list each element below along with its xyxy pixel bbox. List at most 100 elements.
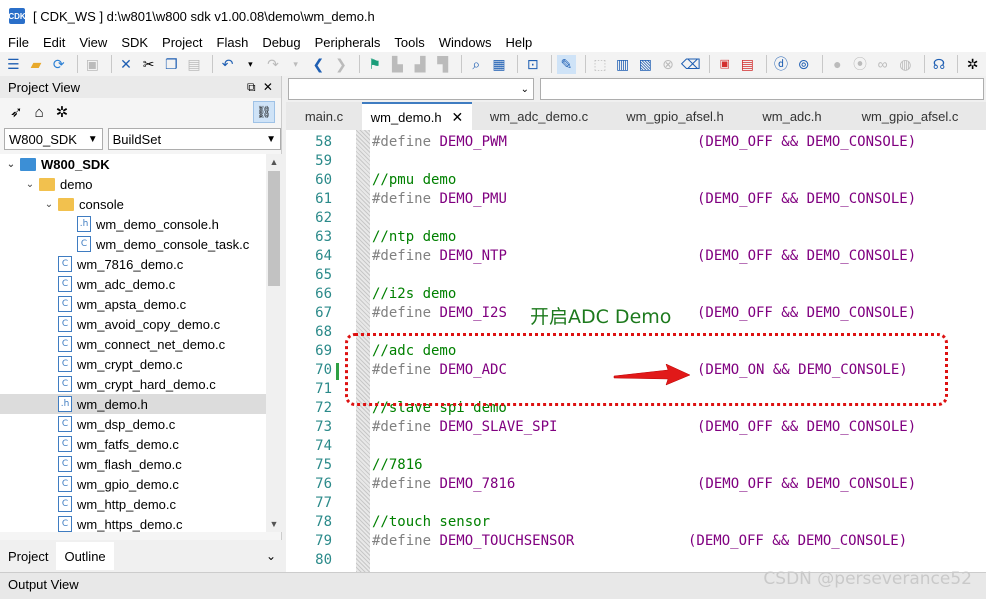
scope-select[interactable]: ⌄ xyxy=(288,78,534,100)
editor-tab[interactable]: wm_demo.h ✕ xyxy=(362,102,472,130)
open-folder-icon[interactable]: ▰ xyxy=(27,55,46,74)
close-file-icon[interactable]: ✕ xyxy=(117,55,136,74)
refresh-icon[interactable]: ⟳ xyxy=(49,55,68,74)
tree-item[interactable]: .h wm_demo.h xyxy=(0,394,266,414)
tree-item[interactable]: Cwm_fatfs_demo.c xyxy=(0,434,266,454)
tree-item[interactable]: Cwm_https_demo.c xyxy=(0,514,266,532)
tree-item[interactable]: Cwm_avoid_copy_demo.c xyxy=(0,314,266,334)
search-window-icon[interactable]: ⊡ xyxy=(523,55,542,74)
tree-item[interactable]: Cwm_flash_demo.c xyxy=(0,454,266,474)
panel-controls-icon[interactable]: ⧉ ✕ xyxy=(247,80,275,95)
link-editor-icon[interactable]: ⛓ xyxy=(253,101,275,123)
scroll-down-icon[interactable]: ▼ xyxy=(266,516,282,532)
rebuild-icon[interactable]: ▧ xyxy=(636,55,655,74)
menu-item-edit[interactable]: Edit xyxy=(35,35,71,50)
clear-bookmarks-icon[interactable]: ▜ xyxy=(433,55,452,74)
forward-icon[interactable]: ❯ xyxy=(332,55,351,74)
menu-item-file[interactable]: File xyxy=(0,35,35,50)
stop-build-icon[interactable]: ⊗ xyxy=(659,55,678,74)
bug-icon[interactable]: ✲ xyxy=(56,103,69,121)
menu-item-windows[interactable]: Windows xyxy=(431,35,498,50)
editor-tab[interactable]: wm_adc.h xyxy=(744,102,840,130)
editor-tab[interactable]: wm_gpio_afsel.h xyxy=(606,102,744,130)
tree-item[interactable]: Cwm_crypt_demo.c xyxy=(0,354,266,374)
redo-icon[interactable]: ↷ xyxy=(264,55,283,74)
code-line: //ntp demo xyxy=(372,229,456,245)
chevron-down-icon[interactable]: ⌄ xyxy=(23,179,37,190)
bookmark-icon[interactable]: ⚑ xyxy=(365,55,384,74)
menu-item-debug[interactable]: Debug xyxy=(254,35,306,50)
prev-bookmark-icon[interactable]: ▙ xyxy=(388,55,407,74)
tab-project[interactable]: Project xyxy=(0,542,56,570)
tree-item[interactable]: Cwm_crypt_hard_demo.c xyxy=(0,374,266,394)
compile-icon[interactable]: ⬚ xyxy=(591,55,610,74)
menu-item-tools[interactable]: Tools xyxy=(386,35,430,50)
window-title: [ CDK_WS ] d:\w801\w800 sdk v1.00.08\dem… xyxy=(33,8,375,24)
symbol-select[interactable] xyxy=(540,78,984,100)
code-line: #define DEMO_NTP xyxy=(372,248,507,264)
copy-icon[interactable]: ❐ xyxy=(162,55,181,74)
code-line: //pmu demo xyxy=(372,172,456,188)
cut-icon[interactable]: ✂ xyxy=(139,55,158,74)
save-icon[interactable]: ▣ xyxy=(83,55,102,74)
scroll-thumb[interactable] xyxy=(268,171,280,286)
tree-item-label: wm_https_demo.c xyxy=(77,516,183,532)
menu-item-project[interactable]: Project xyxy=(154,35,208,50)
locate-file-icon[interactable]: ➶ xyxy=(10,103,23,121)
undo-dropdown-icon[interactable]: ▾ xyxy=(241,55,260,74)
tree-item[interactable]: ⌄ W800_SDK xyxy=(0,154,266,174)
editor-tab[interactable]: wm_adc_demo.c xyxy=(472,102,606,130)
tree-item[interactable]: Cwm_gpio_demo.c xyxy=(0,474,266,494)
step-icon[interactable]: ⦿ xyxy=(851,55,870,74)
redo-dropdown-icon[interactable]: ▾ xyxy=(286,55,305,74)
download-flash-icon[interactable]: ▣ xyxy=(715,55,734,74)
tree-item[interactable]: ⌄ demo xyxy=(0,174,266,194)
back-icon[interactable]: ❮ xyxy=(309,55,328,74)
tree-item[interactable]: Cwm_http_demo.c xyxy=(0,494,266,514)
close-tab-icon[interactable]: ✕ xyxy=(452,109,464,126)
tree-item[interactable]: .h wm_demo_console.h xyxy=(0,214,266,234)
build-icon[interactable]: ▥ xyxy=(613,55,632,74)
tree-item[interactable]: Cwm_dsp_demo.c xyxy=(0,414,266,434)
folder-icon xyxy=(39,177,55,191)
debug-search-icon[interactable]: ⊚ xyxy=(794,55,813,74)
paste-icon[interactable]: ▤ xyxy=(185,55,204,74)
buildset-select[interactable]: BuildSet ▼ xyxy=(107,128,281,150)
run-icon[interactable]: ● xyxy=(828,55,847,74)
build-config-icon[interactable]: ✎ xyxy=(557,54,576,74)
next-bookmark-icon[interactable]: ▟ xyxy=(411,55,430,74)
menu-item-sdk[interactable]: SDK xyxy=(113,35,154,50)
erase-flash-icon[interactable]: ▤ xyxy=(738,55,757,74)
menu-item-help[interactable]: Help xyxy=(498,35,539,50)
chevron-down-icon[interactable]: ⌄ xyxy=(4,159,18,170)
clean-icon[interactable]: ⌫ xyxy=(681,55,701,74)
editor-tab[interactable]: wm_gpio_afsel.c xyxy=(840,102,980,130)
plugin-bug-icon[interactable]: ✲ xyxy=(963,55,982,74)
tree-item[interactable]: Cwm_demo_console_task.c xyxy=(0,234,266,254)
menu-item-flash[interactable]: Flash xyxy=(209,35,255,50)
headset-support-icon[interactable]: ☊ xyxy=(930,55,949,74)
menu-list-icon[interactable]: ☰ xyxy=(4,55,23,74)
link-icon[interactable]: ∞ xyxy=(873,55,892,74)
pause-icon[interactable]: ◍ xyxy=(896,55,915,74)
cdk-app-icon: CDK xyxy=(8,8,26,24)
find-in-files-icon[interactable]: ▦ xyxy=(490,55,509,74)
tree-scrollbar[interactable]: ▲ ▼ xyxy=(266,154,282,532)
home-icon[interactable]: ⌂ xyxy=(35,104,44,121)
scroll-up-icon[interactable]: ▲ xyxy=(266,154,282,170)
chevron-down-icon[interactable]: ⌄ xyxy=(266,549,276,563)
tree-item[interactable]: Cwm_adc_demo.c xyxy=(0,274,266,294)
menu-item-peripherals[interactable]: Peripherals xyxy=(307,35,387,50)
find-icon[interactable]: ⌕ xyxy=(467,55,486,74)
tab-outline[interactable]: Outline xyxy=(56,542,114,570)
menu-item-view[interactable]: View xyxy=(71,35,113,50)
tree-item[interactable]: Cwm_apsta_demo.c xyxy=(0,294,266,314)
undo-icon[interactable]: ↶ xyxy=(218,55,237,74)
editor-tab[interactable]: main.c xyxy=(286,102,362,130)
tree-item[interactable]: ⌄ console xyxy=(0,194,266,214)
solution-select[interactable]: W800_SDK ▼ xyxy=(4,128,103,150)
tree-item[interactable]: Cwm_connect_net_demo.c xyxy=(0,334,266,354)
chevron-down-icon[interactable]: ⌄ xyxy=(42,199,56,210)
tree-item[interactable]: Cwm_7816_demo.c xyxy=(0,254,266,274)
debug-icon[interactable]: ⓓ xyxy=(772,55,791,74)
